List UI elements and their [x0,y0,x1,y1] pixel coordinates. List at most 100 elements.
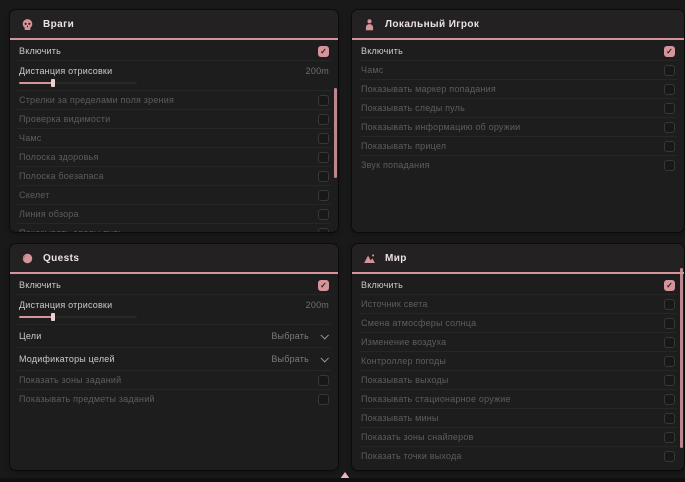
row-label: Показывать стационарное оружие [361,394,511,404]
window-bottom-edge [0,478,685,482]
checkbox[interactable] [664,337,675,348]
row-label: Полоска боезапаса [19,171,104,181]
row-checkbox[interactable]: Показывать выходы [359,370,677,389]
row-checkbox[interactable]: Стрелки за пределами поля зрения [17,90,331,109]
checkbox[interactable] [318,171,329,182]
row-checkbox[interactable]: Показывать следы пуль [359,98,677,117]
row-checkbox[interactable]: Показывать маркер попадания [359,79,677,98]
row-checkbox[interactable]: Полоска здоровья [17,147,331,166]
row-label: Дистанция отрисовки [19,300,112,310]
row-checkbox[interactable]: Показать зоны снайперов [359,427,677,446]
checkbox[interactable] [664,122,675,133]
checkbox[interactable] [664,413,675,424]
row-label: Скелет [19,190,50,200]
checkbox[interactable] [318,394,329,405]
checkbox[interactable] [664,103,675,114]
circle-icon [21,252,34,265]
row-label: Линия обзора [19,209,79,219]
checkbox[interactable] [318,95,329,106]
checkbox[interactable]: ✓ [664,46,675,57]
checkbox[interactable] [664,318,675,329]
row-label: Включить [361,46,403,56]
row-checkbox[interactable]: Проверка видимости [17,109,331,128]
scrollbar-thumb[interactable] [680,268,683,448]
row-label: Стрелки за пределами поля зрения [19,95,174,105]
dropdown-value: Выбрать [271,354,309,364]
row-label: Дистанция отрисовки [19,66,112,76]
checkbox[interactable] [318,209,329,220]
row-checkbox[interactable]: Полоска боезапаса [17,166,331,185]
panel-header[interactable]: Локальный Игрок [352,10,684,40]
row-label: Контроллер погоды [361,356,446,366]
checkbox[interactable] [664,394,675,405]
checkbox[interactable] [664,356,675,367]
row-checkbox[interactable]: Чамс [359,60,677,79]
row-checkbox[interactable]: Скелет [17,185,331,204]
slider-thumb[interactable] [51,79,55,87]
checkbox[interactable]: ✓ [664,280,675,291]
row-checkbox[interactable]: Источник света [359,294,677,313]
row-label: Показывать маркер попадания [361,84,496,94]
slider[interactable] [19,316,137,318]
row-checkbox[interactable]: Линия обзора [17,204,331,223]
checkbox[interactable] [664,375,675,386]
checkbox[interactable] [318,114,329,125]
row-checkbox[interactable]: Включить ✓ [359,42,677,60]
row-label: Показать зоны снайперов [361,432,474,442]
checkbox[interactable]: ✓ [318,46,329,57]
skull-icon [21,18,34,31]
checkbox[interactable] [318,375,329,386]
panel-header[interactable]: Враги [10,10,338,40]
row-label: Чамс [361,65,384,75]
row-label: Показывать мины [361,413,439,423]
row-checkbox[interactable]: Контроллер погоды [359,351,677,370]
panel-header[interactable]: Quests [10,244,338,274]
checkbox[interactable] [318,228,329,233]
panel-enemies: Враги Включить ✓ Дистанция отрисовки200m Ст… [10,10,338,232]
slider-thumb[interactable] [51,313,55,321]
checkbox[interactable] [318,190,329,201]
row-checkbox[interactable]: Показывать предметы заданий [17,389,331,408]
row-checkbox[interactable]: Смена атмосферы солнца [359,313,677,332]
row-checkbox[interactable]: Показывать прицел [359,136,677,155]
panel-title: Враги [43,19,74,30]
checkbox[interactable] [664,451,675,462]
checkbox[interactable] [664,160,675,171]
row-label: Чамс [19,133,42,143]
row-checkbox[interactable]: Показать зоны заданий [17,370,331,389]
checkbox[interactable] [664,299,675,310]
slider[interactable] [19,82,137,84]
row-checkbox[interactable]: Показывать информацию об оружии [359,117,677,136]
row-label: Включить [19,46,61,56]
panel-header[interactable]: Мир [352,244,684,274]
checkbox[interactable] [318,133,329,144]
row-label: Показать точки выхода [361,451,462,461]
row-checkbox[interactable]: Показывать мины [359,408,677,427]
row-checkbox[interactable]: Показать точки выхода [359,446,677,465]
row-checkbox[interactable]: Чамс [17,128,331,147]
dropdown[interactable]: Выбрать [271,331,329,341]
checkbox[interactable] [664,141,675,152]
row-checkbox[interactable]: Звук попадания [359,155,677,174]
panel-body: Включить✓Дистанция отрисовки200mЦелиВыбр… [10,274,338,408]
row-label: Показывать предметы заданий [19,394,155,404]
row-checkbox[interactable]: Показывать стационарное оружие [359,389,677,408]
row-dropdown[interactable]: Модификаторы целейВыбрать [17,347,331,370]
checkbox[interactable] [664,84,675,95]
row-checkbox[interactable]: Включить✓ [17,276,331,294]
row-slider[interactable]: Дистанция отрисовки200m [17,60,331,90]
panel-body: Включить ✓ Чамс Показывать маркер попадания… [352,40,684,174]
row-label: Показать зоны заданий [19,375,121,385]
checkbox[interactable] [318,152,329,163]
row-checkbox[interactable]: Изменение воздуха [359,332,677,351]
row-dropdown[interactable]: ЦелиВыбрать [17,324,331,347]
row-checkbox[interactable]: Включить ✓ [17,42,331,60]
row-slider[interactable]: Дистанция отрисовки200m [17,294,331,324]
checkbox[interactable] [664,432,675,443]
checkbox[interactable]: ✓ [318,280,329,291]
dropdown[interactable]: Выбрать [271,354,329,364]
scrollbar-thumb[interactable] [334,88,337,178]
checkbox[interactable] [664,65,675,76]
row-checkbox[interactable]: Включить✓ [359,276,677,294]
row-checkbox[interactable]: Показывать следы пуль [17,223,331,232]
